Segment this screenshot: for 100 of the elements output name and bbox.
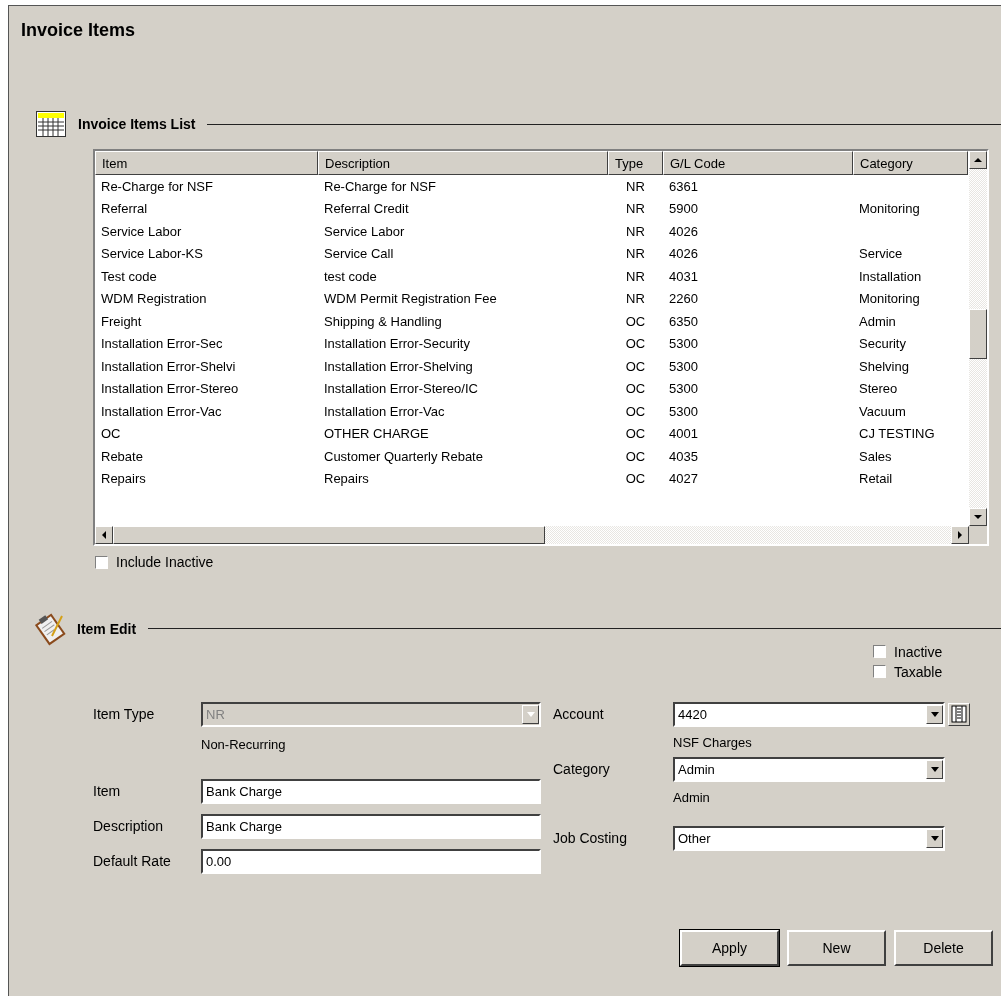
lookup-button[interactable] <box>948 702 970 726</box>
action-button[interactable]: Apply <box>680 929 779 966</box>
table-cell: Installation Error-Vac <box>324 403 445 419</box>
table-row[interactable]: Rebate Customer Quarterly Rebate OC 4035 Sales <box>95 445 969 468</box>
table-cell: 4035 <box>669 448 698 464</box>
table-cell: Shipping & Handling <box>324 313 442 329</box>
left-arrow-icon <box>101 531 107 539</box>
table-cell: Security <box>859 336 906 352</box>
table-cell: 4001 <box>669 426 698 442</box>
table-cell: WDM Permit Registration Fee <box>324 291 497 307</box>
table-cell: 5300 <box>669 381 698 397</box>
table-row[interactable]: Re-Charge for NSF Re-Charge for NSF NR 6361 <box>95 175 969 198</box>
table-cell: OC <box>625 313 646 329</box>
section-title: Invoice Items List <box>78 116 196 132</box>
field-label: Default Rate <box>93 853 172 869</box>
book-icon <box>951 705 967 723</box>
table-cell: Customer Quarterly Rebate <box>324 448 483 464</box>
table-cell: NR <box>626 223 645 239</box>
category-description: Admin <box>673 789 711 806</box>
scrollbar-corner <box>969 526 987 544</box>
up-arrow-icon <box>974 157 982 163</box>
column-header[interactable]: Type <box>608 151 663 175</box>
item-field[interactable]: Bank Charge <box>201 778 541 804</box>
table-cell: OC <box>625 426 646 442</box>
right-arrow-icon <box>957 531 963 539</box>
default-rate-field[interactable]: 0.00 <box>201 848 541 874</box>
table-cell: OC <box>625 471 646 487</box>
account-description: NSF Charges <box>673 734 753 751</box>
table-cell: 4027 <box>669 471 698 487</box>
table-cell: Service Labor <box>101 223 182 239</box>
action-button[interactable]: New <box>787 929 886 966</box>
item-type-description: Non-Recurring <box>201 736 287 753</box>
table-cell: Admin <box>859 313 896 329</box>
checkbox-label[interactable]: Inactive <box>894 643 943 660</box>
table-cell: Stereo <box>859 381 898 397</box>
table-cell: Installation Error-Security <box>324 336 470 352</box>
table-cell: Monitoring <box>859 201 920 217</box>
scroll-thumb[interactable] <box>969 309 987 359</box>
scroll-thumb[interactable] <box>113 526 545 544</box>
table-cell: Shelving <box>859 358 909 374</box>
table-row[interactable]: Installation Error-Vac Installation Error-Vac OC 5300 Vacuum <box>95 400 969 423</box>
table-cell: OTHER CHARGE <box>324 426 429 442</box>
checkbox-label[interactable]: Include Inactive <box>116 554 214 570</box>
table-cell: NR <box>626 268 645 284</box>
job-costing-dropdown[interactable]: Other <box>673 825 945 851</box>
table-row[interactable]: Installation Error-Shelvi Installation Error-Shelving OC 5300 Shelving <box>95 355 969 378</box>
table-row[interactable]: Test code test code NR 4031 Installation <box>95 265 969 288</box>
table-row[interactable]: Installation Error-Sec Installation Error-Security OC 5300 Security <box>95 332 969 355</box>
table-cell: Installation <box>859 268 922 284</box>
action-button[interactable]: Delete <box>894 929 993 966</box>
table-row[interactable]: Referral Referral Credit NR 5900 Monitoring <box>95 197 969 220</box>
table-cell: Freight <box>101 313 142 329</box>
table-cell: NR <box>626 291 645 307</box>
checkbox[interactable] <box>873 665 886 678</box>
table-row[interactable]: OC OTHER CHARGE OC 4001 CJ TESTING <box>95 422 969 445</box>
down-arrow-icon <box>974 514 982 520</box>
checkbox[interactable] <box>95 555 108 569</box>
dropdown-arrow-icon <box>930 711 939 717</box>
field-label: Description <box>93 818 165 834</box>
table-cell: Vacuum <box>859 403 906 419</box>
column-header[interactable]: Item <box>95 151 318 175</box>
table-row[interactable]: Installation Error-Stereo Installation Error-Stereo/IC OC 5300 Stereo <box>95 377 969 400</box>
table-cell: OC <box>101 426 121 442</box>
table-cell: Referral <box>101 201 148 217</box>
column-header[interactable]: Category <box>853 151 968 175</box>
table-cell: Re-Charge for NSF <box>101 178 213 194</box>
table-row[interactable]: Service Labor-KS Service Call NR 4026 Service <box>95 242 969 265</box>
window-title: Invoice Items <box>21 20 136 41</box>
field-label: Account <box>553 706 605 722</box>
vertical-scrollbar[interactable] <box>969 151 987 544</box>
table-cell: OC <box>625 336 646 352</box>
table-cell: WDM Registration <box>101 291 207 307</box>
checkbox[interactable] <box>873 645 886 658</box>
table-cell: CJ TESTING <box>859 426 935 442</box>
table-row[interactable]: Freight Shipping & Handling OC 6350 Admin <box>95 310 969 333</box>
table-row[interactable]: Service Labor Service Labor NR 4026 <box>95 220 969 243</box>
table-cell: Installation Error-Stereo <box>101 381 239 397</box>
table-row[interactable]: Repairs Repairs OC 4027 Retail <box>95 467 969 490</box>
dropdown-arrow-icon <box>930 766 939 772</box>
column-header[interactable]: G/L Code <box>663 151 853 175</box>
table-cell: NR <box>626 178 645 194</box>
table-cell: Sales <box>859 448 892 464</box>
table-cell: OC <box>625 448 646 464</box>
table-row[interactable]: WDM Registration WDM Permit Registration Fee NR 2260 Monitoring <box>95 287 969 310</box>
checkbox-label[interactable]: Taxable <box>894 663 943 680</box>
table-cell: 5300 <box>669 358 698 374</box>
table-cell: 5300 <box>669 403 698 419</box>
table-cell: NR <box>626 246 645 262</box>
field-label: Item Type <box>93 706 156 722</box>
field-label: Job Costing <box>553 830 628 846</box>
account-dropdown[interactable]: 4420 <box>673 701 945 727</box>
table-cell: test code <box>324 268 377 284</box>
table-cell: 5300 <box>669 336 698 352</box>
table-cell: 2260 <box>669 291 698 307</box>
column-header[interactable]: Description <box>318 151 608 175</box>
category-dropdown[interactable]: Admin <box>673 756 945 782</box>
horizontal-scrollbar[interactable] <box>95 526 969 544</box>
section-title: Item Edit <box>77 620 137 637</box>
table-cell: Service Labor-KS <box>101 246 203 262</box>
description-field[interactable]: Bank Charge <box>201 813 541 839</box>
